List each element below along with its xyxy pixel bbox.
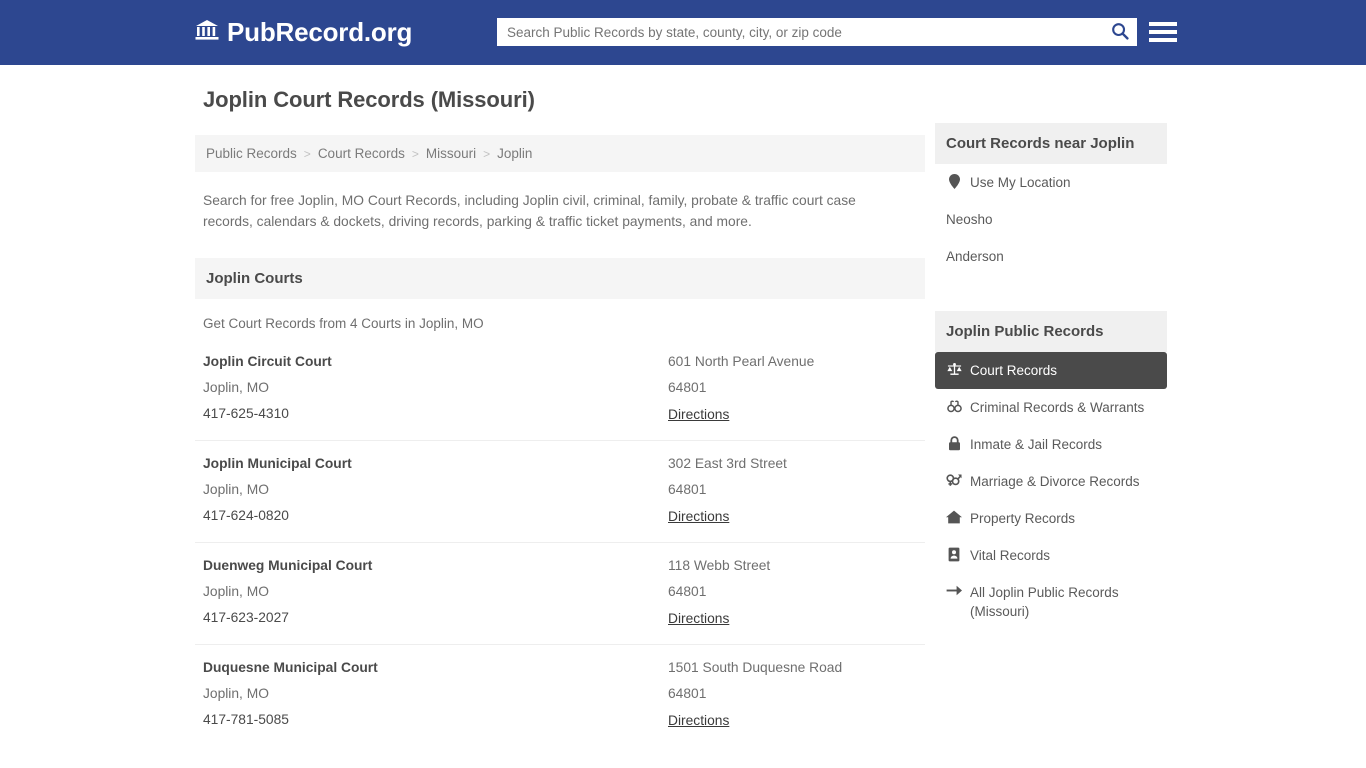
- sidebar-public-records-list: Court Records Criminal Records & Warrant…: [935, 352, 1167, 630]
- sidebar-item-all-public-records[interactable]: All Joplin Public Records (Missouri): [935, 574, 1167, 630]
- sidebar-item-anderson[interactable]: Anderson: [935, 238, 1167, 275]
- court-name: Joplin Circuit Court: [203, 354, 332, 369]
- chevron-right-icon: >: [483, 146, 491, 161]
- sidebar-item-marriage-divorce-records[interactable]: Marriage & Divorce Records: [935, 463, 1167, 500]
- main-content: Joplin Court Records (Missouri) Public R…: [195, 87, 925, 768]
- bank-building-icon: [195, 19, 219, 46]
- sidebar-item-label: Anderson: [946, 249, 1004, 264]
- breadcrumb-item-court-records[interactable]: Court Records: [318, 146, 405, 161]
- court-address: 1501 South Duquesne Road: [668, 660, 843, 675]
- court-name: Duquesne Municipal Court: [203, 660, 378, 675]
- court-zip: 64801: [668, 584, 707, 599]
- court-info: Duenweg Municipal Court Joplin, MO 417-6…: [203, 558, 668, 628]
- sidebar-item-label: Inmate & Jail Records: [970, 437, 1103, 452]
- sidebar-item-label: Property Records: [970, 511, 1076, 526]
- court-address: 302 East 3rd Street: [668, 456, 787, 471]
- court-address-block: 302 East 3rd Street 64801 Directions: [668, 456, 917, 526]
- search-bar[interactable]: [497, 18, 1137, 46]
- section-heading-courts: Joplin Courts: [195, 258, 925, 299]
- balance-scale-icon: [946, 362, 962, 376]
- court-phone: 417-624-0820: [203, 508, 289, 523]
- hamburger-menu-button[interactable]: [1149, 18, 1177, 46]
- sidebar-item-label: Criminal Records & Warrants: [970, 400, 1145, 415]
- search-input[interactable]: [497, 18, 1103, 46]
- handcuffs-icon: [946, 399, 962, 413]
- page-title: Joplin Court Records (Missouri): [203, 87, 535, 112]
- sidebar-item-vital-records[interactable]: Vital Records: [935, 537, 1167, 574]
- sidebar-item-label: All Joplin Public Records (Missouri): [970, 585, 1119, 619]
- map-pin-icon: [946, 174, 962, 189]
- breadcrumb-item-public-records[interactable]: Public Records: [206, 146, 297, 161]
- sidebar-item-use-my-location[interactable]: Use My Location: [935, 164, 1167, 201]
- table-row: Duenweg Municipal Court Joplin, MO 417-6…: [195, 543, 925, 645]
- sidebar-public-records-block: Joplin Public Records Court Records Crim…: [935, 311, 1167, 630]
- court-city-state: Joplin, MO: [203, 584, 269, 599]
- hamburger-menu-icon: [1149, 38, 1177, 42]
- court-zip: 64801: [668, 380, 707, 395]
- sidebar-item-criminal-records[interactable]: Criminal Records & Warrants: [935, 389, 1167, 426]
- sidebar-nearby-list: Use My Location Neosho Anderson: [935, 164, 1167, 275]
- court-info: Joplin Municipal Court Joplin, MO 417-62…: [203, 456, 668, 526]
- directions-link[interactable]: Directions: [668, 407, 729, 422]
- court-address-block: 118 Webb Street 64801 Directions: [668, 558, 917, 628]
- court-zip: 64801: [668, 482, 707, 497]
- court-city-state: Joplin, MO: [203, 380, 269, 395]
- breadcrumb-item-missouri[interactable]: Missouri: [426, 146, 476, 161]
- court-city-state: Joplin, MO: [203, 482, 269, 497]
- hamburger-menu-icon: [1149, 30, 1177, 34]
- court-address-block: 1501 South Duquesne Road 64801 Direction…: [668, 660, 917, 730]
- table-row: Joplin Circuit Court Joplin, MO 417-625-…: [195, 339, 925, 441]
- court-city-state: Joplin, MO: [203, 686, 269, 701]
- table-row: Joplin Municipal Court Joplin, MO 417-62…: [195, 441, 925, 543]
- site-logo-link[interactable]: PubRecord.org: [195, 17, 412, 48]
- breadcrumb-item-joplin[interactable]: Joplin: [497, 146, 532, 161]
- search-icon: [1111, 22, 1129, 43]
- court-listing: Joplin Circuit Court Joplin, MO 417-625-…: [195, 339, 925, 746]
- court-phone: 417-625-4310: [203, 406, 289, 421]
- home-icon: [946, 510, 962, 524]
- lock-icon: [946, 436, 962, 451]
- site-logo-text: PubRecord.org: [227, 17, 413, 47]
- sidebar-item-label: Vital Records: [970, 548, 1051, 563]
- court-phone: 417-623-2027: [203, 610, 289, 625]
- sidebar-item-court-records[interactable]: Court Records: [935, 352, 1167, 389]
- court-address: 118 Webb Street: [668, 558, 771, 573]
- court-phone: 417-781-5085: [203, 712, 289, 727]
- court-info: Duquesne Municipal Court Joplin, MO 417-…: [203, 660, 668, 730]
- breadcrumb: Public Records > Court Records > Missour…: [195, 135, 925, 172]
- sidebar-heading-public-records: Joplin Public Records: [935, 311, 1167, 352]
- chevron-right-icon: >: [411, 146, 419, 161]
- id-card-icon: [946, 547, 962, 562]
- venus-mars-icon: [946, 473, 962, 487]
- sidebar-item-label: Use My Location: [970, 175, 1071, 190]
- sidebar-item-label: Court Records: [970, 363, 1058, 378]
- directions-link[interactable]: Directions: [668, 611, 729, 626]
- sidebar-item-neosho[interactable]: Neosho: [935, 201, 1167, 238]
- section-note-courts: Get Court Records from 4 Courts in Jopli…: [203, 316, 484, 331]
- sidebar-item-property-records[interactable]: Property Records: [935, 500, 1167, 537]
- sidebar-item-label: Marriage & Divorce Records: [970, 474, 1140, 489]
- court-address: 601 North Pearl Avenue: [668, 354, 815, 369]
- court-info: Joplin Circuit Court Joplin, MO 417-625-…: [203, 354, 668, 424]
- hamburger-menu-icon: [1149, 22, 1177, 26]
- court-name: Joplin Municipal Court: [203, 456, 352, 471]
- table-row: Duquesne Municipal Court Joplin, MO 417-…: [195, 645, 925, 746]
- sidebar-item-label: Neosho: [946, 212, 993, 227]
- sidebar-item-inmate-jail-records[interactable]: Inmate & Jail Records: [935, 426, 1167, 463]
- chevron-right-icon: >: [303, 146, 311, 161]
- arrow-right-icon: [946, 584, 962, 597]
- directions-link[interactable]: Directions: [668, 509, 729, 524]
- court-name: Duenweg Municipal Court: [203, 558, 373, 573]
- search-button[interactable]: [1103, 18, 1137, 46]
- court-zip: 64801: [668, 686, 707, 701]
- site-header: PubRecord.org: [0, 0, 1366, 65]
- court-address-block: 601 North Pearl Avenue 64801 Directions: [668, 354, 917, 424]
- sidebar-heading-nearby: Court Records near Joplin: [935, 123, 1167, 164]
- directions-link[interactable]: Directions: [668, 713, 729, 728]
- sidebar: Court Records near Joplin Use My Locatio…: [935, 123, 1167, 630]
- page-description: Search for free Joplin, MO Court Records…: [203, 193, 856, 229]
